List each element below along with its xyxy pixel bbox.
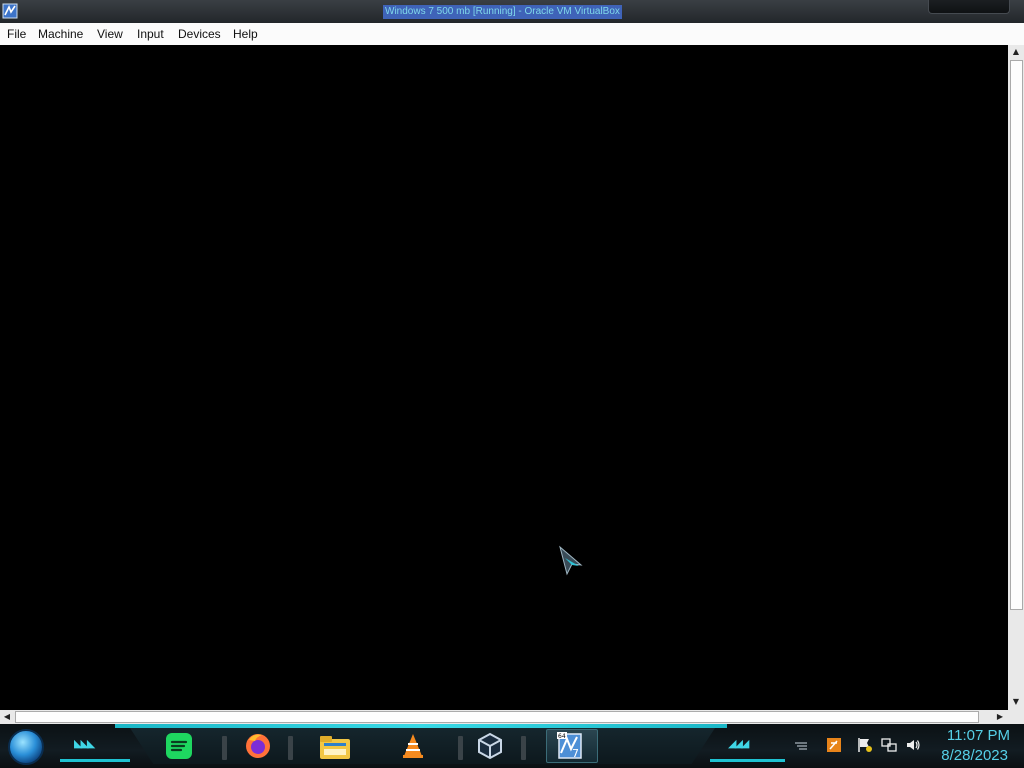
taskbar-accent-right <box>710 759 785 762</box>
spotify-icon[interactable] <box>162 731 196 761</box>
vertical-scroll-thumb[interactable] <box>1010 60 1023 610</box>
virtualbox-icon[interactable] <box>473 731 507 761</box>
overflow-icon[interactable] <box>793 737 809 753</box>
taskbar-separator <box>288 736 293 760</box>
scroll-down-icon[interactable]: ▼ <box>1009 695 1023 709</box>
taskbar-accent-strip <box>115 724 727 728</box>
app-tray-icon[interactable] <box>826 737 842 753</box>
menu-input[interactable]: Input <box>137 27 164 41</box>
windows-7-vm-icon[interactable]: 64 7 <box>554 731 588 761</box>
start-orb-icon[interactable] <box>8 729 44 765</box>
clock-date[interactable]: 8/28/2023 <box>920 747 1008 764</box>
menu-view[interactable]: View <box>97 27 123 41</box>
chevrons-left-icon: ◣◣◣ <box>74 737 95 750</box>
menu-machine[interactable]: Machine <box>38 27 83 41</box>
taskbar-separator <box>458 736 463 760</box>
svg-text:7: 7 <box>572 747 579 760</box>
menu-bar: File Machine View Input Devices Help <box>0 23 1024 46</box>
window-title: Windows 7 500 mb [Running] - Oracle VM V… <box>383 5 622 19</box>
window-title-bar[interactable]: Windows 7 500 mb [Running] - Oracle VM V… <box>0 0 1024 23</box>
firefox-icon[interactable] <box>241 731 275 761</box>
menu-devices[interactable]: Devices <box>178 27 221 41</box>
taskbar-accent-left <box>60 759 130 762</box>
scroll-left-icon[interactable]: ◀ <box>0 710 14 724</box>
virtualbox-icon[interactable] <box>2 3 18 19</box>
menu-help[interactable]: Help <box>233 27 258 41</box>
window-controls[interactable] <box>928 0 1010 14</box>
clock-time[interactable]: 11:07 PM <box>930 727 1010 744</box>
guest-display[interactable] <box>0 45 1008 710</box>
vlc-icon[interactable] <box>396 731 430 761</box>
horizontal-scroll-thumb[interactable] <box>15 711 979 723</box>
taskbar-separator <box>222 736 227 760</box>
svg-text:64: 64 <box>558 733 566 740</box>
file-explorer-icon[interactable] <box>318 731 352 761</box>
arrow-cursor-icon <box>559 545 583 576</box>
scrollbar-corner <box>1008 710 1024 724</box>
volume-icon[interactable] <box>905 737 921 753</box>
scroll-right-icon[interactable]: ▶ <box>993 710 1007 724</box>
network-icon[interactable] <box>881 737 897 753</box>
scroll-up-icon[interactable]: ▲ <box>1009 45 1023 59</box>
action-center-flag-icon[interactable] <box>857 737 873 753</box>
taskbar-separator <box>521 736 526 760</box>
chevrons-right-icon: ◢◢◢ <box>728 737 749 750</box>
menu-file[interactable]: File <box>7 27 26 41</box>
